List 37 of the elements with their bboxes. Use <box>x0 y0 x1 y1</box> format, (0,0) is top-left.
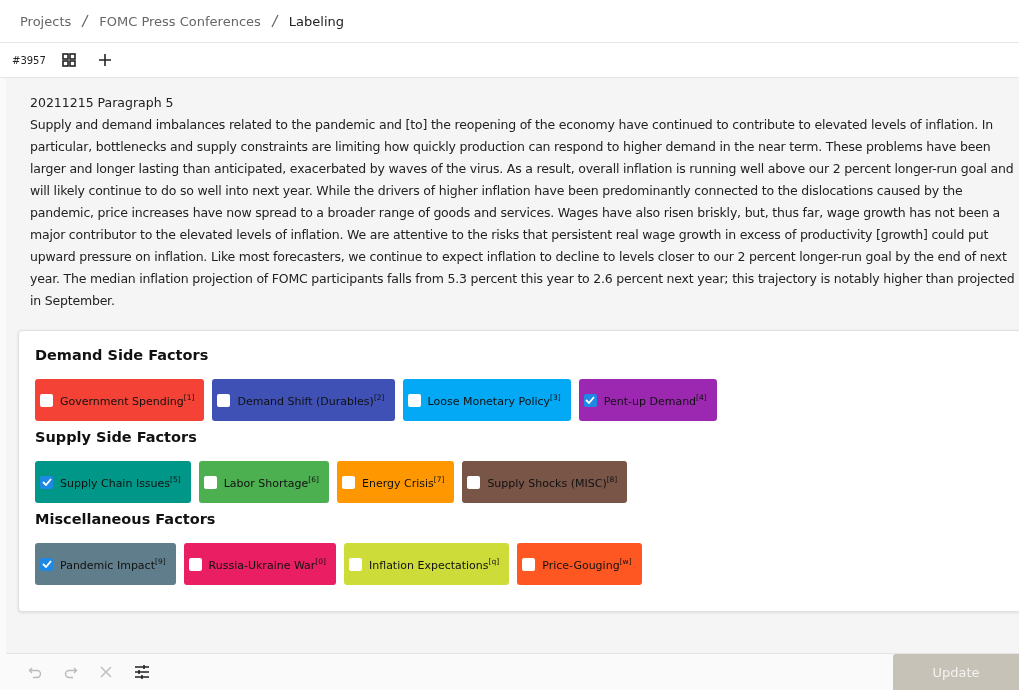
group-heading: Supply Side Factors <box>35 429 198 445</box>
label-choice[interactable]: Labor Shortage$^{[6]}$ <box>198 461 329 503</box>
label-choice[interactable]: Price-Gouging$^{[w]}$ <box>517 543 642 585</box>
label-choice[interactable]: Government Spending$^{[1]}$ <box>35 379 205 421</box>
document-title: 20211215 Paragraph 5 <box>30 94 175 112</box>
checkbox[interactable] <box>349 557 362 571</box>
plus-icon[interactable] <box>97 53 112 67</box>
checkbox[interactable] <box>583 393 597 407</box>
breadcrumb-separator-icon <box>81 14 90 28</box>
task-id: #3957 <box>12 54 46 66</box>
checkbox[interactable] <box>522 557 536 571</box>
grid-icon[interactable] <box>61 53 76 67</box>
breadcrumb-link[interactable]: FOMC Press Conferences <box>99 13 261 29</box>
paragraph-text: Supply and demand imbalances related to the pandemic and [to] the reopening of the economy have continued to contribute to elevated levels of inflation. In particular, bottlenecks and supply constraints are limiting how quickly production can respond to higher demand in the near term. These problems have been larger and longer lasting than anticipated, exacerbated by waves of the virus. As a result, overall inflation is running well above our 2 percent longer-run goal and will likely continue to do so well into next year. While the drivers of higher inflation have been predominantly connected to the dislocations caused by the pandemic, price increases have now spread to a broader range of goods and services. Wages have also risen briskly, but, thus far, wage growth has not been a major contributor to the elevated levels of inflation. We are attentive to the risks that persistent real wage growth in excess of productivity [growth] could put upward pressure on inflation. Like most forecasters, we continue to expect inflation to decline to levels closer to our 2 percent longer-run goal by the end of next year. The median inflation projection of FOMC participants falls from 5.3 percent this year to 2.6 percent next year; this trajectory is notably higher than projected in September. <box>30 116 1016 310</box>
label-choice[interactable]: Pent-up Demand$^{[4]}$ <box>578 379 717 421</box>
settings-icon[interactable] <box>134 665 150 679</box>
label-choice[interactable]: Supply Shocks (MISC)$^{[8]}$ <box>462 461 628 503</box>
label-choice[interactable]: Energy Crisis$^{[7]}$ <box>336 461 455 503</box>
checkbox[interactable] <box>40 475 53 489</box>
checkbox[interactable] <box>467 475 481 489</box>
checkbox[interactable] <box>203 475 217 489</box>
label-choice[interactable]: Inflation Expectations$^{[q]}$ <box>344 543 510 585</box>
label-choice[interactable]: Pandemic Impact$^{[9]}$ <box>35 543 176 585</box>
label-choice[interactable]: Loose Monetary Policy$^{[3]}$ <box>402 379 571 421</box>
label-choice[interactable]: Demand Shift (Durables)$^{[2]}$ <box>212 379 395 421</box>
checkbox[interactable] <box>217 393 231 407</box>
label-choice[interactable]: Russia-Ukraine War$^{[0]}$ <box>183 543 336 585</box>
checkbox[interactable] <box>407 393 421 407</box>
checkbox[interactable] <box>188 557 202 571</box>
checkbox[interactable] <box>40 557 53 571</box>
checkbox[interactable] <box>40 393 53 407</box>
label-choice[interactable]: Supply Chain Issues$^{[5]}$ <box>35 461 191 503</box>
group-heading: Demand Side Factors <box>35 347 210 363</box>
checkbox[interactable] <box>341 475 355 489</box>
breadcrumb-link[interactable]: Projects <box>20 13 72 29</box>
group-heading: Miscellaneous Factors <box>35 511 217 527</box>
breadcrumb-separator-icon <box>270 14 279 28</box>
